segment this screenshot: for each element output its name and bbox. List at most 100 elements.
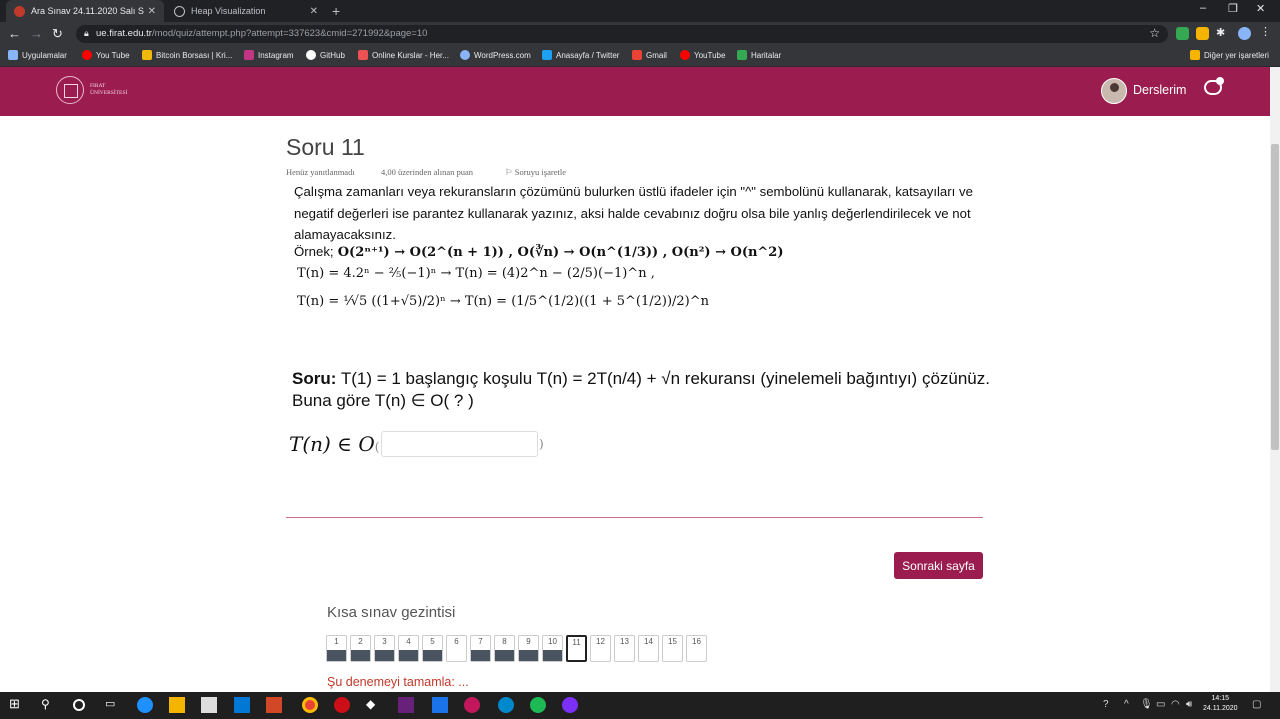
quiz-nav-button[interactable]: 8 — [494, 635, 515, 662]
taskbar: ⊞ ⚲ ▭ ◆ ? ^ 🎙︎ ▭ ◠ 🔊︎ 14:15 24.11.2020 ▢ — [0, 692, 1280, 719]
quiz-nav-button[interactable]: 12 — [590, 635, 611, 662]
quiz-nav-button[interactable]: 5 — [422, 635, 443, 662]
search-icon[interactable]: ⚲ — [41, 697, 57, 713]
quiz-nav-button[interactable]: 15 — [662, 635, 683, 662]
volume-icon[interactable]: 🔊︎ — [1186, 699, 1192, 710]
cortana-icon[interactable] — [73, 699, 85, 711]
logo-text: FIRAT ÜNİVERSİTESİ — [90, 83, 128, 96]
bookmark-github[interactable]: GitHub — [306, 50, 345, 60]
youtube-icon — [82, 50, 92, 60]
derslerim-link[interactable]: Derslerim — [1133, 83, 1186, 97]
instagram-icon — [244, 50, 254, 60]
quiz-nav-button[interactable]: 9 — [518, 635, 539, 662]
extension-icon[interactable] — [1196, 27, 1209, 40]
minimize-icon[interactable]: – — [1200, 2, 1206, 14]
bookmark-youtube-2[interactable]: YouTube — [680, 50, 725, 60]
binance-icon — [142, 50, 152, 60]
question-instruction: Çalışma zamanları veya rekuransların çöz… — [294, 184, 973, 242]
gmail-icon — [632, 50, 642, 60]
office-icon[interactable] — [266, 697, 282, 713]
quiz-nav-button[interactable]: 2 — [350, 635, 371, 662]
quiz-nav-title: Kısa sınav gezintisi — [327, 604, 456, 621]
bookmark-online-kurslar[interactable]: Online Kurslar - Her... — [358, 50, 449, 60]
shield-extension-icon[interactable] — [1176, 27, 1189, 40]
bookmark-bitcoin[interactable]: Bitcoin Borsası | Kri... — [142, 50, 232, 60]
notification-icon[interactable]: ▢ — [1252, 699, 1261, 710]
app-icon[interactable] — [562, 697, 578, 713]
lock-icon: 🔒︎ — [84, 28, 89, 38]
quiz-nav-button[interactable]: 6 — [446, 635, 467, 662]
chevron-up-icon[interactable]: ^ — [1124, 699, 1129, 710]
avatar[interactable] — [1101, 78, 1127, 104]
telegram-icon[interactable] — [498, 697, 514, 713]
mail-icon[interactable] — [234, 697, 250, 713]
scrollbar-thumb[interactable] — [1271, 144, 1279, 450]
bookmark-apps[interactable]: Uygulamalar — [8, 50, 67, 60]
quiz-nav-button[interactable]: 7 — [470, 635, 491, 662]
close-icon[interactable]: ✕ — [310, 6, 318, 17]
bookmark-star-icon[interactable]: ☆ — [1149, 26, 1160, 40]
menu-icon[interactable]: ⋮ — [1260, 25, 1273, 38]
tab-strip: Ara Sınav 24.11.2020 Salı Saat 13: ✕ Hea… — [0, 0, 1280, 22]
unity-icon[interactable]: ◆ — [366, 697, 382, 713]
example-line-2: T(n) = 4.2ⁿ − ²⁄₅(−1)ⁿ → T(n) = (4)2^n −… — [297, 266, 655, 281]
github-icon — [306, 50, 316, 60]
globe-icon — [174, 5, 185, 17]
bookmark-youtube[interactable]: You Tube — [82, 50, 130, 60]
wifi-icon[interactable]: ◠ — [1171, 699, 1180, 710]
quiz-nav-button[interactable]: 10 — [542, 635, 563, 662]
window-close-icon[interactable]: ✕ — [1256, 2, 1265, 15]
finish-attempt-link[interactable]: Şu denemeyi tamamla: ... — [327, 675, 469, 689]
question-status: Henüz yanıtlanmadı — [286, 167, 355, 177]
question-title: Soru 11 — [286, 134, 365, 160]
opera-icon[interactable] — [334, 697, 350, 713]
apps-grid-icon — [8, 50, 18, 60]
bookmark-twitter[interactable]: Anasayfa / Twitter — [542, 50, 619, 60]
wordpress-icon — [460, 50, 470, 60]
new-tab-icon[interactable]: + — [332, 3, 340, 19]
battery-icon[interactable]: ▭ — [1156, 699, 1165, 710]
restore-icon[interactable]: ❐ — [1228, 2, 1238, 15]
tab-heap[interactable]: Heap Visualization ✕ — [166, 0, 326, 22]
back-icon[interactable]: ← — [8, 26, 21, 41]
bookmark-gmail[interactable]: Gmail — [632, 50, 667, 60]
other-bookmarks[interactable]: Diğer yer işaretleri — [1190, 50, 1269, 60]
forward-icon[interactable]: → — [30, 26, 43, 41]
task-view-icon[interactable]: ▭ — [105, 697, 121, 713]
windows-start-icon[interactable]: ⊞ — [9, 696, 25, 712]
bookmark-instagram[interactable]: Instagram — [244, 50, 294, 60]
edge-icon[interactable] — [137, 697, 153, 713]
store-icon[interactable] — [201, 697, 217, 713]
close-icon[interactable]: ✕ — [148, 6, 156, 17]
quiz-nav-button[interactable]: 16 — [686, 635, 707, 662]
reload-icon[interactable]: ↻ — [52, 26, 63, 42]
firat-favicon-icon — [14, 5, 25, 17]
answer-input[interactable] — [381, 431, 538, 457]
puzzle-icon[interactable]: ✱ — [1216, 26, 1229, 39]
visual-studio-icon[interactable] — [398, 697, 414, 713]
file-explorer-icon[interactable] — [169, 697, 185, 713]
profile-avatar-icon[interactable] — [1238, 27, 1251, 40]
flag-question-link[interactable]: ⚐ Soruyu işaretle — [505, 167, 566, 178]
bookmark-maps[interactable]: Haritalar — [737, 50, 781, 60]
url-field[interactable]: 🔒︎ ue.firat.edu.tr/mod/quiz/attempt.php?… — [76, 25, 1168, 43]
quiz-nav-button[interactable]: 14 — [638, 635, 659, 662]
quiz-nav-button[interactable]: 1 — [326, 635, 347, 662]
next-page-button[interactable]: Sonraki sayfa — [894, 552, 983, 579]
microphone-icon[interactable]: 🎙︎ — [1140, 699, 1153, 710]
tab-quiz[interactable]: Ara Sınav 24.11.2020 Salı Saat 13: ✕ — [6, 0, 164, 22]
question-points: 4,00 üzerinden alınan puan — [381, 167, 474, 177]
quiz-nav-button[interactable]: 13 — [614, 635, 635, 662]
bookmark-wordpress[interactable]: WordPress.com — [460, 50, 531, 60]
quiz-nav-button[interactable]: 4 — [398, 635, 419, 662]
quiz-nav-button[interactable]: 3 — [374, 635, 395, 662]
app-icon[interactable] — [464, 697, 480, 713]
taskbar-clock[interactable]: 14:15 24.11.2020 — [1203, 694, 1238, 714]
quiz-nav-button[interactable]: 11 — [566, 635, 587, 662]
question-text: Soru: T(1) = 1 başlangıç koşulu T(n) = 2… — [292, 369, 990, 410]
chrome-icon[interactable] — [302, 697, 318, 713]
spotify-icon[interactable] — [530, 697, 546, 713]
help-icon[interactable]: ? — [1103, 699, 1109, 710]
document-icon[interactable] — [432, 697, 448, 713]
university-logo[interactable] — [56, 76, 84, 104]
